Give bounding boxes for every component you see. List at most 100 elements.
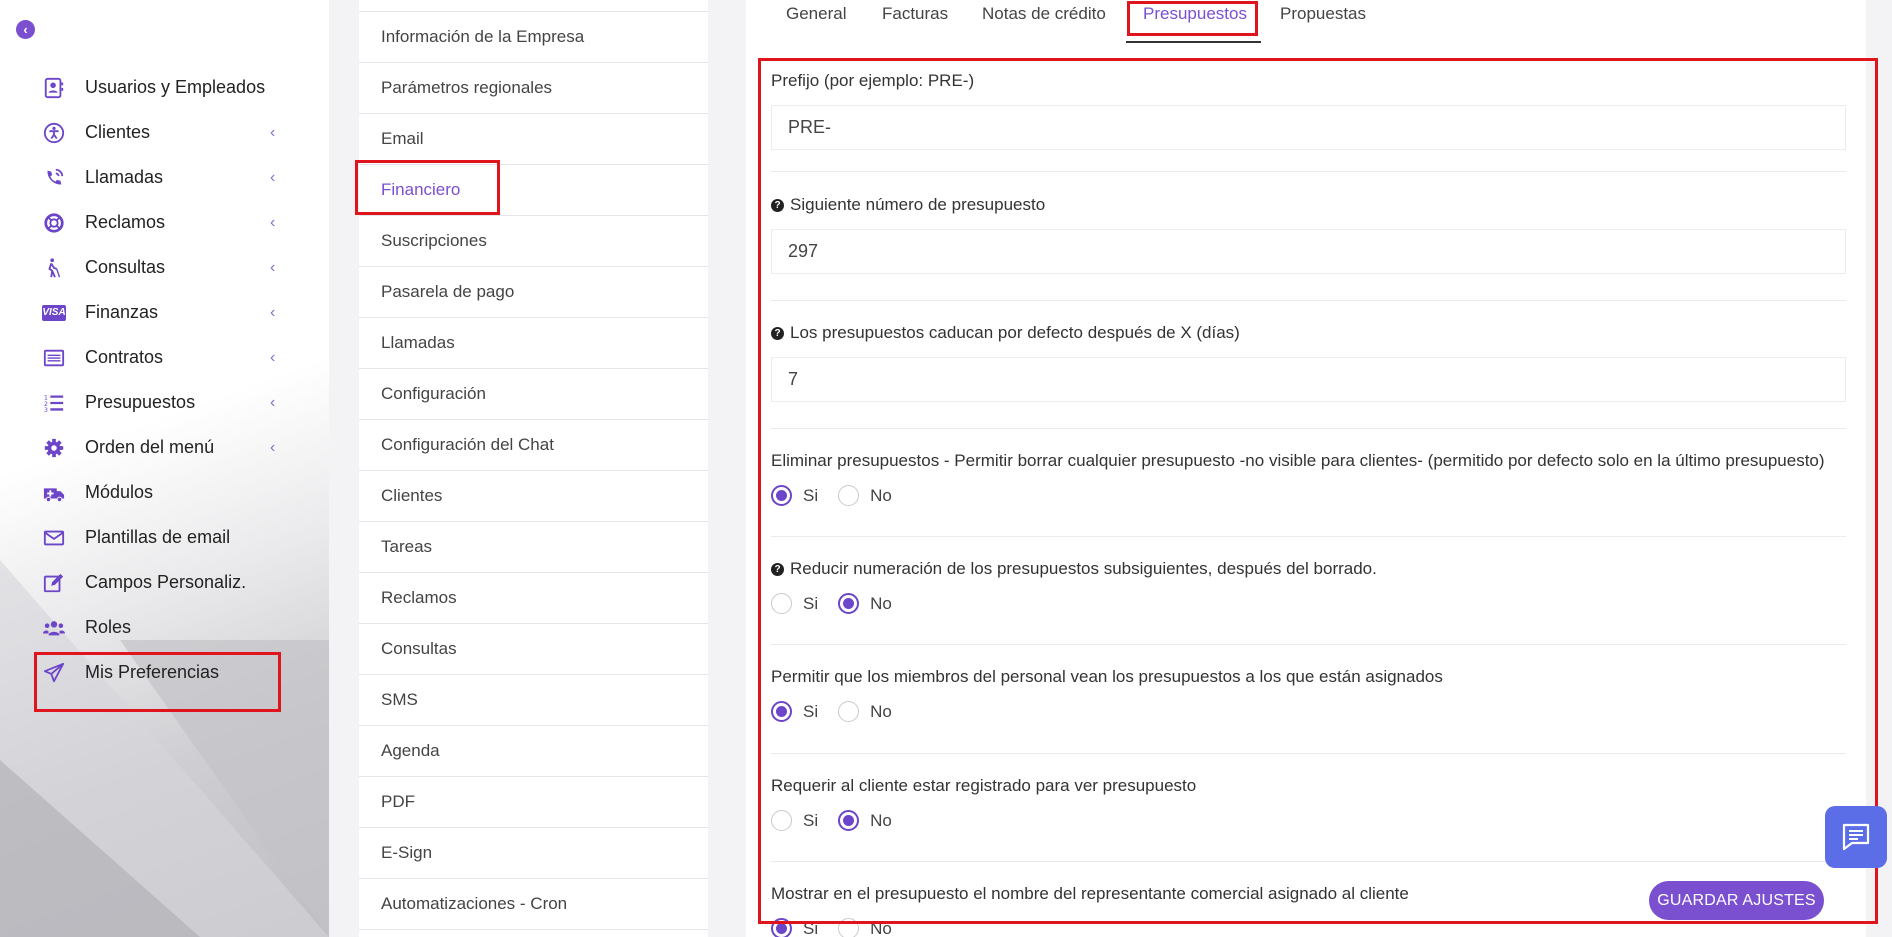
radio-label: Si (803, 485, 819, 505)
sidebar-item-reclamos[interactable]: Reclamos ‹ (0, 200, 329, 245)
submenu-item-financiero[interactable]: Financiero (359, 165, 708, 216)
staff-assigned-radios: Si No (771, 701, 1846, 722)
sidebar-item-orden-menu[interactable]: Orden del menú ‹ (0, 425, 329, 470)
radio-label: No (870, 918, 892, 937)
submenu-item-chat[interactable]: Configuración del Chat (359, 420, 708, 471)
sidebar-item-plantillas[interactable]: Plantillas de email (0, 515, 329, 560)
sidebar-item-contratos[interactable]: Contratos ‹ (0, 335, 329, 380)
sidebar-item-label: Orden del menú (85, 437, 215, 457)
radio-si[interactable]: Si (771, 593, 818, 614)
chevron-left-icon: ‹ (270, 258, 276, 276)
tab-presupuestos[interactable]: Presupuestos (1143, 4, 1247, 24)
chevron-left-icon: ‹ (270, 348, 276, 366)
submenu-item-empresa[interactable]: Información de la Empresa (359, 12, 708, 63)
chat-icon[interactable] (1825, 806, 1887, 868)
numbered-list-icon: 123 (42, 391, 66, 415)
sidebar-item-finanzas[interactable]: VISA Finanzas ‹ (0, 290, 329, 335)
radio-button-checked[interactable] (838, 810, 860, 831)
save-settings-button[interactable]: GUARDAR AJUSTES (1649, 881, 1824, 920)
submenu-item-cron[interactable]: Automatizaciones - Cron (359, 879, 708, 930)
tab-general[interactable]: General (786, 4, 846, 24)
radio-button[interactable] (771, 810, 792, 831)
submenu-item-consultas[interactable]: Consultas (359, 624, 708, 675)
sidebar: ‹ Usuarios y Empleados Clientes ‹ Llamad… (0, 0, 329, 937)
settings-submenu: Información de la Empresa Parámetros reg… (359, 0, 708, 937)
sidebar-item-label: Finanzas (85, 302, 159, 322)
sidebar-item-label: Consultas (85, 257, 166, 277)
radio-button[interactable] (838, 701, 860, 722)
submenu-item-clientes[interactable]: Clientes (359, 471, 708, 522)
visa-card-icon: VISA (42, 301, 66, 325)
sidebar-item-label: Usuarios y Empleados (85, 77, 266, 97)
sidebar-item-modulos[interactable]: Módulos (0, 470, 329, 515)
sidebar-item-label: Plantillas de email (85, 527, 231, 547)
sidebar-item-label: Reclamos (85, 212, 166, 232)
settings-panel: General Facturas Notas de crédito Presup… (746, 0, 1866, 937)
paper-plane-icon (42, 661, 66, 685)
sidebar-item-usuarios[interactable]: Usuarios y Empleados (0, 65, 329, 110)
expiry-days-input[interactable]: 7 (771, 357, 1846, 402)
radio-no[interactable]: No (838, 810, 892, 831)
sidebar-item-roles[interactable]: Roles (0, 605, 329, 650)
submenu-item-regional[interactable]: Parámetros regionales (359, 63, 708, 114)
sidebar-item-label: Clientes (85, 122, 151, 142)
submenu-item-sms[interactable]: SMS (359, 675, 708, 726)
sidebar-item-consultas[interactable]: Consultas ‹ (0, 245, 329, 290)
radio-si[interactable]: Si (771, 918, 818, 937)
tab-bar: General Facturas Notas de crédito Presup… (746, 0, 1866, 43)
radio-button-checked[interactable] (771, 701, 792, 722)
require-login-group: Requerir al cliente estar registrado par… (771, 754, 1846, 862)
radio-no[interactable]: No (838, 593, 892, 614)
sidebar-item-label: Roles (85, 617, 132, 637)
staff-assigned-group: Permitir que los miembros del personal v… (771, 645, 1846, 754)
submenu-item-pdf[interactable]: PDF (359, 777, 708, 828)
submenu-item-llamadas[interactable]: Llamadas (359, 318, 708, 369)
lifebuoy-icon (42, 211, 66, 235)
submenu-item-esign[interactable]: E-Sign (359, 828, 708, 879)
prefix-field-group: Prefijo (por ejemplo: PRE-) PRE- (771, 62, 1846, 172)
submenu-item-agenda[interactable]: Agenda (359, 726, 708, 777)
tab-notas-credito[interactable]: Notas de crédito (982, 4, 1106, 24)
sidebar-item-clientes[interactable]: Clientes ‹ (0, 110, 329, 155)
submenu-item-pasarela[interactable]: Pasarela de pago (359, 267, 708, 318)
submenu-item-tareas[interactable]: Tareas (359, 522, 708, 573)
chevron-left-icon: ‹ (270, 303, 276, 321)
radio-si[interactable]: Si (771, 810, 818, 831)
radio-button-checked[interactable] (771, 918, 792, 937)
next-number-input[interactable]: 297 (771, 229, 1846, 274)
svg-text:3: 3 (44, 406, 48, 414)
radio-button[interactable] (838, 485, 860, 506)
sidebar-item-presupuestos[interactable]: 123 Presupuestos ‹ (0, 380, 329, 425)
submenu-item-email[interactable]: Email (359, 114, 708, 165)
radio-no[interactable]: No (838, 918, 892, 937)
sidebar-item-llamadas[interactable]: Llamadas ‹ (0, 155, 329, 200)
help-icon[interactable]: ? (771, 198, 784, 212)
sidebar-item-campos[interactable]: Campos Personaliz. (0, 560, 329, 605)
submenu-item-suscripciones[interactable]: Suscripciones (359, 216, 708, 267)
submenu-item-reclamos[interactable]: Reclamos (359, 573, 708, 624)
radio-label: Si (803, 918, 819, 937)
radio-button-checked[interactable] (771, 485, 792, 506)
prefix-input[interactable]: PRE- (771, 105, 1846, 150)
help-icon[interactable]: ? (771, 562, 784, 576)
chevron-left-circle-icon[interactable]: ‹ (16, 20, 35, 39)
help-icon[interactable]: ? (771, 326, 784, 340)
accessibility-icon (42, 121, 66, 145)
expiry-label: ? Los presupuestos caducan por defecto d… (771, 301, 1846, 343)
expiry-label-text: Los presupuestos caducan por defecto des… (790, 323, 1240, 342)
radio-no[interactable]: No (838, 701, 892, 722)
edit-icon (42, 571, 66, 595)
radio-button[interactable] (838, 918, 860, 937)
gear-icon (42, 436, 66, 460)
radio-si[interactable]: Si (771, 485, 818, 506)
next-number-label-text: Siguiente número de presupuesto (790, 195, 1046, 214)
tab-propuestas[interactable]: Propuestas (1280, 4, 1366, 24)
radio-button[interactable] (771, 593, 792, 614)
radio-button-checked[interactable] (838, 593, 860, 614)
sidebar-item-preferencias[interactable]: Mis Preferencias (0, 650, 329, 695)
submenu-item-configuracion[interactable]: Configuración (359, 369, 708, 420)
tab-facturas[interactable]: Facturas (882, 4, 948, 24)
radio-si[interactable]: Si (771, 701, 818, 722)
delete-estimates-group: Eliminar presupuestos - Permitir borrar … (771, 429, 1846, 537)
radio-no[interactable]: No (838, 485, 892, 506)
